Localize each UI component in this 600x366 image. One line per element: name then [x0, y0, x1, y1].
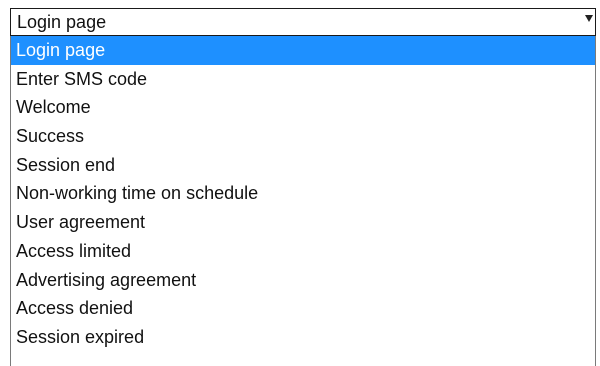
dropdown-option[interactable]: Session end: [11, 151, 595, 180]
dropdown-options-list: Login page Enter SMS code Welcome Succes…: [10, 36, 596, 366]
dropdown-option[interactable]: User agreement: [11, 208, 595, 237]
dropdown-option[interactable]: Login page: [11, 36, 595, 65]
dropdown-option[interactable]: Success: [11, 122, 595, 151]
dropdown-arrow-icon[interactable]: [585, 15, 593, 22]
dropdown-option[interactable]: Access denied: [11, 294, 595, 323]
page-type-select[interactable]: Login page: [10, 8, 596, 36]
dropdown-option[interactable]: Session expired: [11, 323, 595, 352]
dropdown-option[interactable]: Enter SMS code: [11, 65, 595, 94]
dropdown-option[interactable]: Welcome: [11, 93, 595, 122]
dropdown-option[interactable]: Non-working time on schedule: [11, 179, 595, 208]
dropdown-option[interactable]: Advertising agreement: [11, 266, 595, 295]
dropdown-option[interactable]: Access limited: [11, 237, 595, 266]
select-current-value: Login page: [17, 12, 107, 32]
